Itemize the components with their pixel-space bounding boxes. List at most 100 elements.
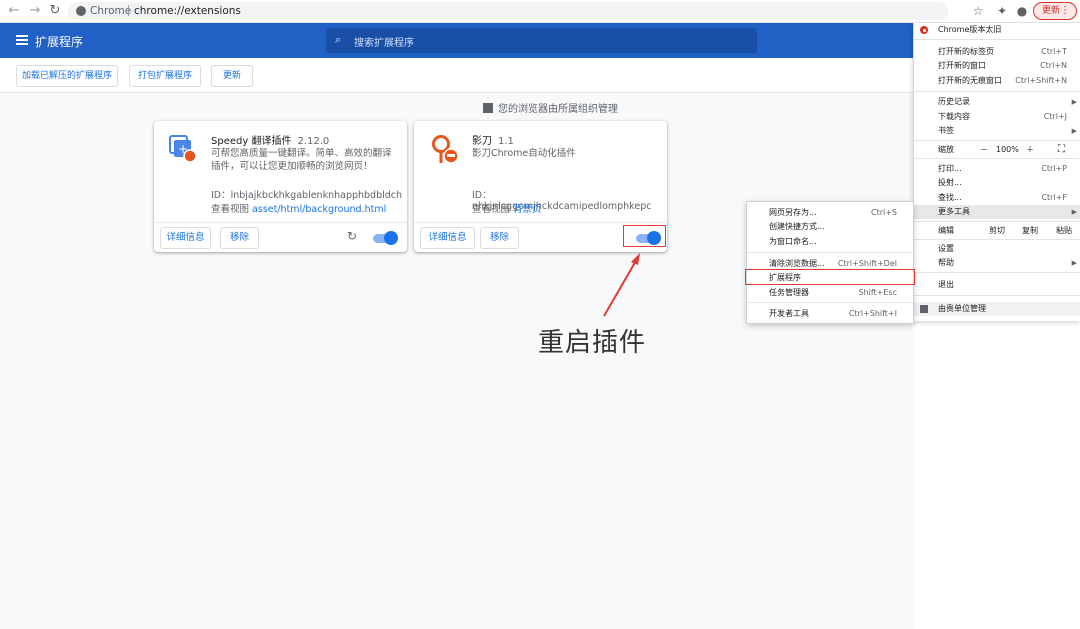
extension-card-speedy: + Speedy 翻译插件 2.12.0 可帮您高质量一键翻译。简单、高效的翻译插…: [154, 121, 407, 252]
menu-item-zoom: 缩放 － 100% ＋ ⛶: [938, 143, 1065, 157]
cut-button[interactable]: 剪切: [989, 224, 1005, 238]
search-placeholder: 搜索扩展程序: [354, 38, 414, 49]
copy-button[interactable]: 复制: [1022, 224, 1038, 238]
menu-divider: [914, 91, 1080, 92]
annotation-arrow-icon: [603, 253, 640, 317]
reload-icon[interactable]: ↻: [47, 3, 63, 19]
extensions-header: 扩展程序 ⌕ 搜索扩展程序: [0, 23, 913, 58]
menu-divider: [914, 140, 1080, 141]
extension-name: 影刀 1.1: [472, 132, 514, 147]
chrome-warning-icon: [920, 26, 928, 34]
submenu-arrow-icon: ▶: [1071, 208, 1077, 216]
extension-enable-toggle[interactable]: [373, 231, 398, 245]
update-label: 更新: [1042, 6, 1061, 16]
extension-name-text: Speedy 翻译插件: [211, 136, 292, 147]
address-bar[interactable]: Chrome chrome://extensions: [68, 2, 948, 20]
bookmark-star-icon[interactable]: ☆: [970, 3, 986, 19]
menu-item-new-tab[interactable]: 打开新的标签页 Ctrl+T: [914, 45, 1080, 59]
developer-toolbar: 加载已解压的扩展程序 打包扩展程序 更新: [0, 58, 913, 93]
reload-extension-icon[interactable]: ↻: [347, 229, 357, 243]
load-unpacked-button[interactable]: 加载已解压的扩展程序: [16, 65, 118, 87]
building-icon: [920, 305, 928, 313]
zoom-out-button[interactable]: －: [980, 143, 988, 157]
menu-kebab-icon: ⋮: [1060, 5, 1070, 16]
menu-divider: [914, 272, 1080, 273]
menu-divider: [914, 221, 1080, 222]
back-icon[interactable]: ←: [6, 3, 22, 19]
extension-name-text: 影刀: [472, 136, 492, 147]
menu-item-version-warning[interactable]: Chrome版本太旧: [914, 23, 1080, 38]
managed-notice[interactable]: 您的浏览器由所属组织管理: [483, 100, 618, 115]
inspect-views-label: 查看视图: [472, 204, 511, 215]
speedy-translate-icon: +: [169, 135, 197, 163]
menu-item-bookmarks[interactable]: 书签 ▶: [914, 124, 1080, 138]
zoom-in-button[interactable]: ＋: [1026, 143, 1034, 157]
submenu-item-create-shortcut[interactable]: 创建快捷方式...: [747, 220, 913, 234]
menu-item-exit[interactable]: 退出: [914, 278, 1080, 292]
details-button[interactable]: 详细信息: [420, 227, 475, 249]
search-icon: ⌕: [335, 33, 342, 46]
origin-separator: [128, 5, 129, 16]
menu-item-history[interactable]: 历史记录 ▶: [914, 95, 1080, 109]
inspect-views-link[interactable]: asset/html/background.html: [252, 204, 386, 215]
menu-divider: [914, 295, 1080, 296]
annotation-text: 重启插件: [538, 328, 647, 358]
submenu-item-task-manager[interactable]: 任务管理器 Shift+Esc: [747, 286, 913, 300]
inspect-views-label: 查看视图: [211, 204, 250, 215]
inspect-views-link[interactable]: 背景页: [513, 204, 542, 215]
building-icon: [483, 103, 493, 113]
zoom-level: 100%: [996, 145, 1019, 154]
submenu-item-name-window[interactable]: 为窗口命名...: [747, 235, 913, 249]
submenu-arrow-icon: ▶: [1071, 259, 1077, 267]
submenu-arrow-icon: ▶: [1071, 98, 1077, 106]
extension-id: ID：lnbjajkbckhkgablenknhapphbdbldch: [211, 190, 403, 201]
update-chrome-button[interactable]: 更新 ⋮: [1033, 2, 1077, 20]
extension-version: 2.12.0: [297, 136, 330, 147]
update-extensions-button[interactable]: 更新: [211, 65, 253, 87]
menu-item-cast[interactable]: 投射...: [914, 176, 1080, 190]
menu-item-find[interactable]: 查找... Ctrl+F: [914, 191, 1080, 205]
hamburger-menu-icon[interactable]: [16, 35, 28, 45]
menu-item-managed[interactable]: 由贵单位管理: [914, 302, 1080, 316]
profile-avatar-icon[interactable]: ●: [1014, 3, 1030, 19]
inspect-views: 查看视图 背景页: [472, 201, 542, 215]
menu-divider: [747, 252, 913, 253]
submenu-item-save-page[interactable]: 网页另存为... Ctrl+S: [747, 206, 913, 220]
menu-item-edit: 编辑 剪切 复制 粘贴: [914, 224, 1080, 238]
site-info-icon[interactable]: [76, 6, 86, 16]
menu-item-new-window[interactable]: 打开新的窗口 Ctrl+N: [914, 59, 1080, 73]
extension-version: 1.1: [498, 136, 514, 147]
pack-extension-button[interactable]: 打包扩展程序: [129, 65, 201, 87]
search-input[interactable]: ⌕ 搜索扩展程序: [326, 28, 757, 53]
menu-item-settings[interactable]: 设置: [914, 242, 1080, 256]
yingdao-icon: [432, 135, 459, 164]
remove-button[interactable]: 移除: [220, 227, 259, 249]
menu-item-print[interactable]: 打印... Ctrl+P: [914, 162, 1080, 176]
menu-item-help[interactable]: 帮助 ▶: [914, 256, 1080, 270]
forward-icon[interactable]: →: [27, 3, 43, 19]
menu-divider: [914, 239, 1080, 240]
submenu-item-dev-tools[interactable]: 开发者工具 Ctrl+Shift+I: [747, 307, 913, 321]
menu-item-downloads[interactable]: 下载内容 Ctrl+J: [914, 110, 1080, 124]
managed-notice-text: 您的浏览器由所属组织管理: [498, 104, 618, 115]
origin-label: Chrome: [90, 5, 132, 17]
extensions-item-highlight-box: [745, 269, 915, 285]
browser-toolbar: ← → ↻ Chrome chrome://extensions ☆ ✦ ● 更…: [0, 0, 1080, 23]
more-tools-submenu: 网页另存为... Ctrl+S 创建快捷方式... 为窗口命名... 清除浏览数据…: [746, 201, 914, 324]
extension-name: Speedy 翻译插件 2.12.0: [211, 132, 329, 147]
inspect-views: 查看视图 asset/html/background.html: [211, 201, 386, 215]
submenu-arrow-icon: ▶: [1071, 127, 1077, 135]
paste-button[interactable]: 粘贴: [1056, 224, 1072, 238]
extensions-puzzle-icon[interactable]: ✦: [994, 3, 1010, 19]
menu-divider: [747, 302, 913, 303]
menu-item-more-tools[interactable]: 更多工具 ▶: [914, 205, 1080, 219]
card-divider: [414, 222, 667, 223]
fullscreen-icon[interactable]: ⛶: [1058, 143, 1065, 157]
url-text[interactable]: chrome://extensions: [134, 3, 241, 19]
menu-divider: [914, 39, 1080, 40]
chrome-main-menu: Chrome版本太旧 打开新的标签页 Ctrl+T 打开新的窗口 Ctrl+N 打开…: [913, 23, 1080, 321]
details-button[interactable]: 详细信息: [160, 227, 211, 249]
remove-button[interactable]: 移除: [480, 227, 519, 249]
menu-divider: [914, 158, 1080, 159]
menu-item-incognito[interactable]: 打开新的无痕窗口 Ctrl+Shift+N: [914, 74, 1080, 88]
